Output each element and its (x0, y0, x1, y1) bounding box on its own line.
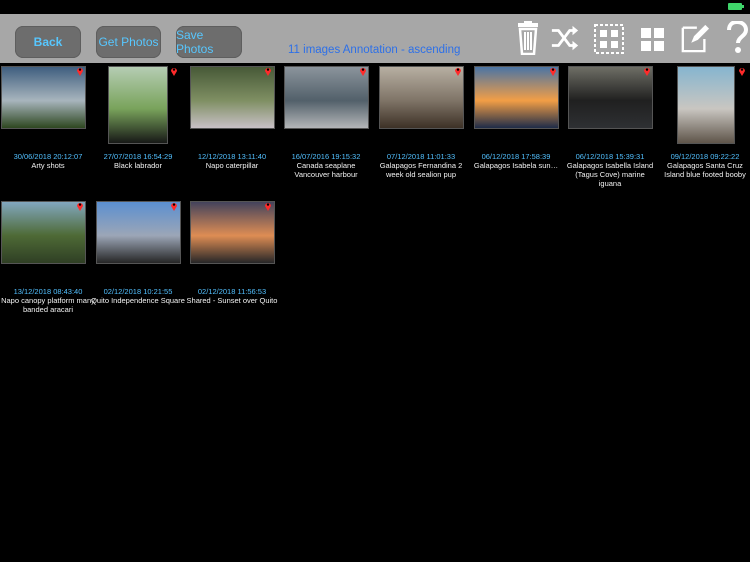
photo-date: 12/12/2018 13:11:40 (197, 152, 267, 161)
location-pin-icon (265, 68, 271, 76)
photo-thumbnail[interactable] (568, 66, 653, 129)
shuffle-icon[interactable] (550, 21, 580, 55)
photo-date: 02/12/2018 11:56:53 (197, 287, 267, 296)
status-bar (0, 0, 750, 14)
photo-date: 09/12/2018 09:22:22 (670, 152, 740, 161)
back-button[interactable]: Back (15, 26, 81, 58)
location-pin-icon (77, 68, 83, 76)
save-photos-button[interactable]: Save Photos (176, 26, 242, 58)
photo-thumbnail[interactable] (108, 66, 168, 144)
photo-caption: Napo caterpillar (205, 161, 259, 170)
photo-thumbnail[interactable] (379, 66, 464, 129)
photo-thumbnail[interactable] (1, 201, 86, 264)
location-pin-icon (360, 68, 366, 76)
battery-charging-icon (728, 3, 744, 10)
trash-icon[interactable] (513, 21, 543, 55)
location-pin-icon (171, 203, 177, 211)
help-icon[interactable] (722, 21, 750, 55)
photo-date: 16/07/2016 19:15:32 (291, 152, 361, 161)
photo-caption: Shared - Sunset over Quito (186, 296, 278, 305)
location-pin-icon (265, 203, 271, 211)
grid-view-icon[interactable] (638, 23, 668, 57)
photo-caption: Canada seaplane Vancouver harbour (294, 161, 358, 180)
photo-caption: Galapagos Isabela sun… (473, 161, 559, 170)
photo-date: 02/12/2018 10:21:55 (103, 287, 173, 296)
photo-caption: Galapagos Isabella Island (Tagus Cove) m… (566, 161, 654, 189)
photo-caption: Quito Independence Square (91, 296, 185, 305)
photo-thumbnail[interactable] (474, 66, 559, 129)
photo-date: 07/12/2018 11:01:33 (386, 152, 456, 161)
photo-thumbnail[interactable] (677, 66, 735, 144)
location-pin-icon (550, 68, 556, 76)
photo-date: 30/06/2018 20:12:07 (13, 152, 83, 161)
photo-thumbnail[interactable] (190, 201, 275, 264)
select-grid-icon[interactable] (594, 22, 624, 56)
photo-date: 06/12/2018 17:58:39 (481, 152, 551, 161)
annotate-icon[interactable] (680, 21, 710, 55)
photo-thumbnail[interactable] (1, 66, 86, 129)
photo-date: 27/07/2018 16:54:29 (103, 152, 173, 161)
photo-caption: Galapagos Santa Cruz Island blue footed … (664, 161, 746, 180)
photo-grid: 30/06/2018 20:12:07 Arty shots 27/07/201… (0, 63, 750, 562)
photo-caption: Napo canopy platform many banded aracari (1, 296, 95, 315)
location-pin-icon (739, 68, 745, 76)
image-count-summary: 11 images Annotation - ascending (288, 44, 461, 56)
photo-caption: Black labrador (114, 161, 162, 170)
location-pin-icon (77, 203, 83, 211)
photo-caption: Arty shots (31, 161, 65, 170)
photo-thumbnail[interactable] (96, 201, 181, 264)
location-pin-icon (455, 68, 461, 76)
photo-date: 13/12/2018 08:43:40 (13, 287, 83, 296)
photo-date: 06/12/2018 15:39:31 (575, 152, 645, 161)
photo-thumbnail[interactable] (284, 66, 369, 129)
location-pin-icon (644, 68, 650, 76)
get-photos-button[interactable]: Get Photos (96, 26, 161, 58)
photo-thumbnail[interactable] (190, 66, 275, 129)
location-pin-icon (171, 68, 177, 76)
photo-caption: Galapagos Fernandina 2 week old sealion … (379, 161, 463, 180)
